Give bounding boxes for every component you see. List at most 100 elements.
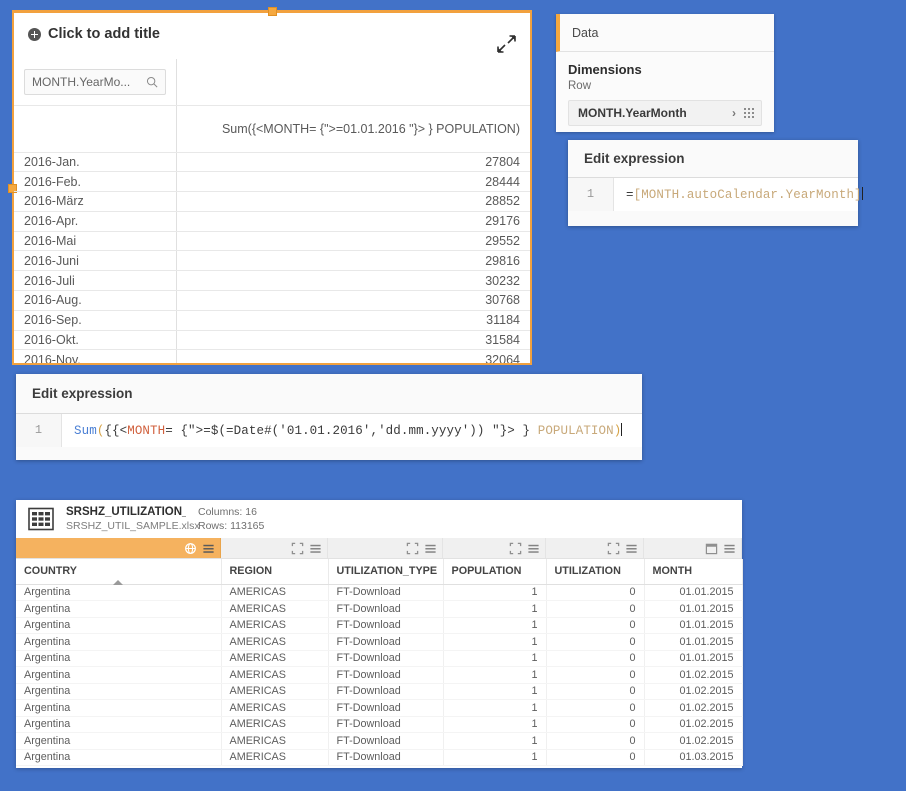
table-row[interactable]: Argentina AMERICAS FT-Download 1 0 01.02.2015 — [16, 716, 743, 733]
measure-header-spacer — [176, 59, 530, 106]
text-caret — [621, 423, 623, 436]
search-input[interactable]: MONTH.YearMo... — [24, 68, 166, 95]
hamburger-menu-icon[interactable] — [309, 542, 322, 555]
table-cell: 1 — [443, 699, 547, 717]
column-tool-cell[interactable] — [16, 538, 221, 558]
table-cell: 1 — [443, 600, 547, 618]
dimension-cell[interactable]: 2016-Jan. — [14, 152, 177, 173]
chevron-right-icon[interactable]: › — [732, 106, 736, 120]
table-cell: 0 — [546, 716, 645, 733]
column-tool-cell[interactable] — [644, 538, 742, 558]
table-row[interactable]: Argentina AMERICAS FT-Download 1 0 01.03.2015 — [16, 749, 743, 766]
table-cell: 01.02.2015 — [644, 666, 743, 684]
tab-data[interactable]: Data — [556, 14, 774, 52]
table-row[interactable]: 2016-Mai 29552 — [14, 231, 530, 252]
expression-editor-measure[interactable]: Sum({{<MONTH= {">=$(=Date#('01.01.2016',… — [62, 414, 642, 447]
drag-dots-icon[interactable] — [744, 108, 754, 118]
expand-icon[interactable] — [495, 33, 517, 55]
column-header[interactable]: COUNTRY — [16, 559, 222, 585]
table-cell: 0 — [546, 584, 645, 601]
table-row[interactable]: 2016-Aug. 30768 — [14, 290, 530, 311]
table-row[interactable]: Argentina AMERICAS FT-Download 1 0 01.01.2015 — [16, 600, 743, 618]
dimension-cell[interactable]: 2016-Apr. — [14, 211, 177, 232]
table-row[interactable]: Argentina AMERICAS FT-Download 1 0 01.02.2015 — [16, 683, 743, 700]
table-row[interactable]: Argentina AMERICAS FT-Download 1 0 01.01.2015 — [16, 650, 743, 667]
table-row[interactable]: Argentina AMERICAS FT-Download 1 0 01.02.2015 — [16, 732, 743, 750]
hamburger-menu-icon[interactable] — [202, 542, 215, 555]
column-tool-cell[interactable] — [328, 538, 443, 558]
column-header[interactable]: REGION — [221, 559, 329, 585]
table-header-row-search: MONTH.YearMo... — [14, 59, 530, 106]
table-row[interactable]: Argentina AMERICAS FT-Download 1 0 01.02.2015 — [16, 666, 743, 684]
table-row[interactable]: 2016-Juli 30232 — [14, 270, 530, 292]
table-row[interactable]: 2016-Apr. 29176 — [14, 211, 530, 232]
globe-icon[interactable] — [184, 542, 197, 555]
table-row[interactable]: 2016-Okt. 31584 — [14, 330, 530, 351]
table-cell: 0 — [546, 600, 645, 618]
table-cell: 0 — [546, 732, 645, 750]
table-cell: FT-Download — [328, 600, 444, 618]
table-cell: 1 — [443, 633, 547, 651]
table-cell: 1 — [443, 617, 547, 634]
chart-table-body[interactable]: MONTH.YearMo... Sum({<MONTH= {">=01.01.2… — [14, 59, 530, 363]
table-cell: 1 — [443, 732, 547, 750]
table-cell: FT-Download — [328, 633, 444, 651]
table-row[interactable]: 2016-Juni 29816 — [14, 250, 530, 272]
table-cell: FT-Download — [328, 666, 444, 684]
dimensions-subheading: Row — [568, 80, 592, 92]
dimension-cell[interactable]: 2016-Okt. — [14, 330, 177, 351]
measure-header-label[interactable]: Sum({<MONTH= {">=01.01.2016 "}> } POPULA… — [176, 105, 530, 153]
expression-editor-dimension[interactable]: =[MONTH.autoCalendar.YearMonth] — [614, 178, 863, 211]
table-row[interactable]: 2016-Nov. 32064 — [14, 349, 530, 363]
table-cell: 01.01.2015 — [644, 650, 743, 667]
table-cell: 0 — [546, 666, 645, 684]
tab-data-label: Data — [572, 25, 599, 40]
dimension-cell[interactable]: 2016-Aug. — [14, 290, 177, 311]
dimension-cell[interactable]: 2016-Mai — [14, 231, 177, 252]
table-row[interactable]: Argentina AMERICAS FT-Download 1 0 01.01.2015 — [16, 584, 743, 601]
table-cell: Argentina — [16, 633, 222, 651]
add-title-icon — [28, 27, 41, 41]
table-cell: AMERICAS — [221, 600, 329, 618]
chart-title-placeholder[interactable]: Click to add title — [28, 26, 516, 42]
hamburger-menu-icon[interactable] — [723, 542, 736, 555]
expand-field-icon[interactable] — [291, 542, 304, 555]
expand-field-icon[interactable] — [509, 542, 522, 555]
dimension-cell[interactable]: 2016-Sep. — [14, 310, 177, 331]
column-header[interactable]: POPULATION — [443, 559, 547, 585]
table-cell: 0 — [546, 633, 645, 651]
dimension-cell[interactable]: 2016-Juni — [14, 250, 177, 272]
column-tool-cell[interactable] — [443, 538, 546, 558]
table-row[interactable]: 2016-Sep. 31184 — [14, 310, 530, 331]
expand-field-icon[interactable] — [406, 542, 419, 555]
column-header[interactable]: UTILIZATION_TYPE — [328, 559, 444, 585]
table-row[interactable]: 2016-März 28852 — [14, 191, 530, 212]
table-row[interactable]: 2016-Jan. 27804 — [14, 152, 530, 173]
dimension-cell[interactable]: 2016-Nov. — [14, 349, 177, 363]
expand-field-icon[interactable] — [607, 542, 620, 555]
column-tool-cell[interactable] — [546, 538, 644, 558]
table-cell: AMERICAS — [221, 633, 329, 651]
column-header[interactable]: UTILIZATION — [546, 559, 645, 585]
dimension-header-blank — [14, 105, 177, 153]
table-row[interactable]: 2016-Feb. 28444 — [14, 171, 530, 193]
table-cell: Argentina — [16, 732, 222, 750]
dimension-cell[interactable]: 2016-März — [14, 191, 177, 212]
column-tool-cell[interactable] — [221, 538, 328, 558]
hamburger-menu-icon[interactable] — [625, 542, 638, 555]
table-cell: FT-Download — [328, 584, 444, 601]
dimension-cell[interactable]: 2016-Feb. — [14, 171, 177, 193]
table-cell: 01.03.2015 — [644, 749, 743, 766]
table-row[interactable]: Argentina AMERICAS FT-Download 1 0 01.01.2015 — [16, 633, 743, 651]
column-header[interactable]: MONTH — [644, 559, 743, 585]
dimension-cell[interactable]: 2016-Juli — [14, 270, 177, 292]
hamburger-menu-icon[interactable] — [424, 542, 437, 555]
table-cell: 01.02.2015 — [644, 699, 743, 717]
table-row[interactable]: Argentina AMERICAS FT-Download 1 0 01.02.2015 — [16, 699, 743, 717]
table-row[interactable]: Argentina AMERICAS FT-Download 1 0 01.01.2015 — [16, 617, 743, 634]
calendar-icon[interactable] — [705, 542, 718, 555]
dimension-list-item[interactable]: MONTH.YearMonth › — [568, 100, 762, 126]
hamburger-menu-icon[interactable] — [527, 542, 540, 555]
table-cell: 01.02.2015 — [644, 716, 743, 733]
chart-object-panel[interactable]: Click to add title MONTH.YearMo... Sum({… — [8, 7, 532, 365]
